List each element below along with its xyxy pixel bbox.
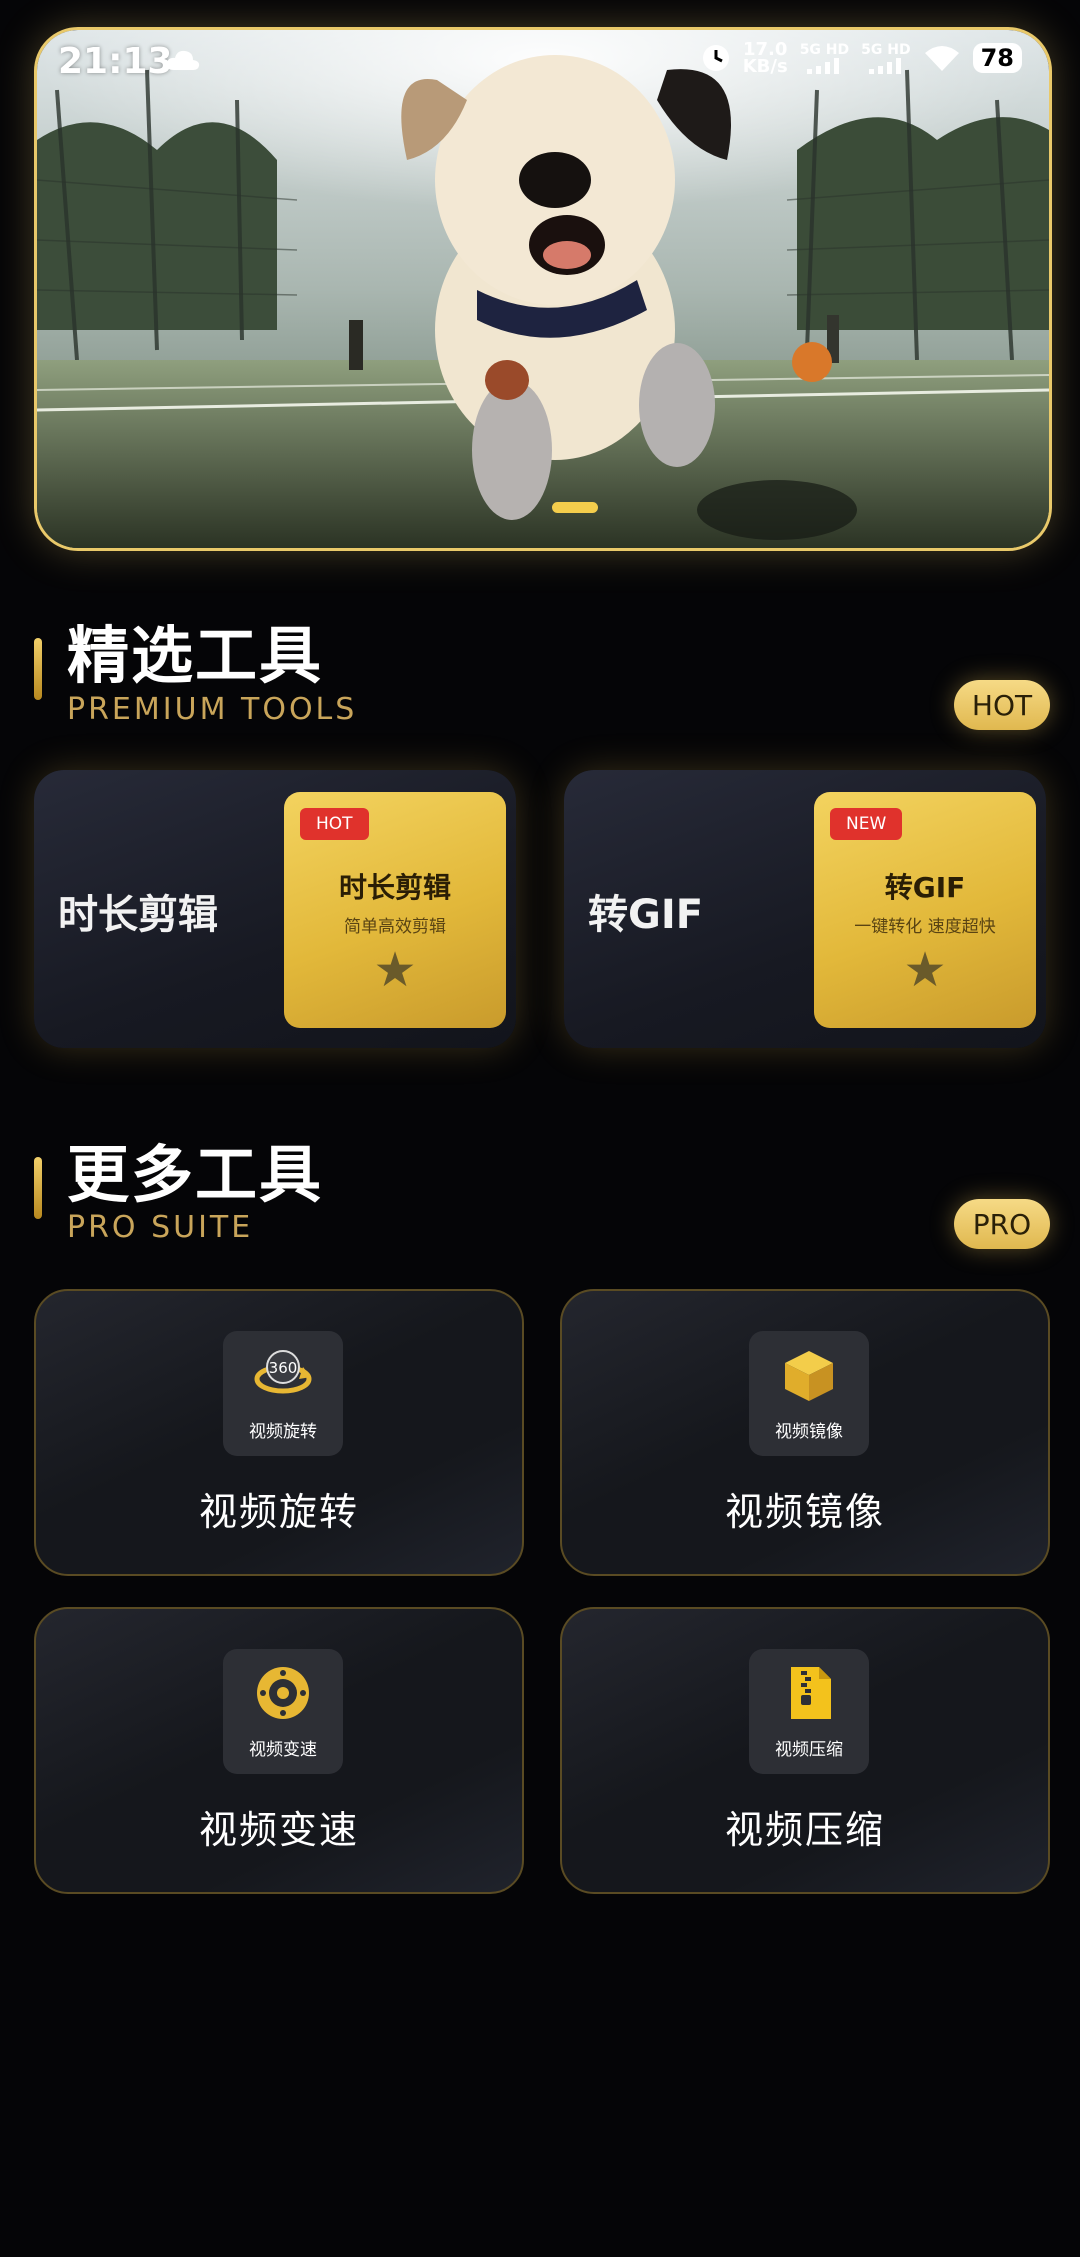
tool-card-video-mirror[interactable]: 视频镜像 视频镜像 <box>560 1289 1050 1576</box>
pro-badge: PRO <box>954 1199 1050 1249</box>
more-section-title: 更多工具 <box>67 1138 324 1211</box>
thumbnail-title: 时长剪辑 <box>338 871 451 904</box>
premium-card-label: 转GIF <box>588 892 704 938</box>
tool-card-video-speed[interactable]: 视频变速 视频变速 <box>34 1607 524 1894</box>
more-section-subtitle: PRO SUITE <box>67 1210 254 1245</box>
new-tag: NEW <box>830 808 903 840</box>
rotate-360-icon: 360 <box>254 1350 312 1394</box>
thumbnail-title: 转GIF <box>884 871 966 904</box>
premium-card-thumbnail: HOT 时长剪辑 简单高效剪辑 ★ <box>284 792 506 1028</box>
section-accent-bar <box>34 1157 42 1219</box>
premium-card-to-gif[interactable]: 转GIF NEW 转GIF 一键转化 速度超快 ★ <box>564 770 1046 1048</box>
star-icon: ★ <box>903 942 947 998</box>
tool-label: 视频压缩 <box>724 1808 885 1852</box>
tool-card-video-compress[interactable]: 视频压缩 视频压缩 <box>560 1607 1050 1894</box>
star-icon: ★ <box>373 942 417 998</box>
speedometer-icon <box>257 1667 309 1719</box>
tool-icon-tile: 视频变速 <box>223 1649 343 1774</box>
tool-icon-label: 视频镜像 <box>775 1422 843 1442</box>
tool-label: 视频旋转 <box>198 1490 359 1534</box>
premium-card-duration-trim[interactable]: 时长剪辑 HOT 时长剪辑 简单高效剪辑 ★ <box>34 770 516 1048</box>
tool-label: 视频镜像 <box>724 1490 885 1534</box>
hot-tag: HOT <box>300 808 369 840</box>
tool-icon-label: 视频压缩 <box>775 1740 843 1760</box>
tool-card-video-rotate[interactable]: 360 视频旋转 视频旋转 <box>34 1289 524 1576</box>
svg-text:360: 360 <box>269 1359 298 1377</box>
tool-label: 视频变速 <box>198 1808 359 1852</box>
premium-card-thumbnail: NEW 转GIF 一键转化 速度超快 ★ <box>814 792 1036 1028</box>
premium-section-title: 精选工具 <box>67 619 324 692</box>
zip-file-icon <box>791 1667 831 1719</box>
banner-image <box>37 30 1049 548</box>
thumbnail-subtitle: 简单高效剪辑 <box>344 917 446 937</box>
cube-mirror-icon <box>785 1351 833 1401</box>
premium-card-label: 时长剪辑 <box>58 892 218 938</box>
tool-icon-label: 视频旋转 <box>249 1422 317 1442</box>
premium-section-subtitle: PREMIUM TOOLS <box>67 692 358 727</box>
tool-icon-label: 视频变速 <box>249 1740 317 1760</box>
hot-badge: HOT <box>954 680 1050 730</box>
tool-icon-tile: 360 视频旋转 <box>223 1331 343 1456</box>
tool-icon-tile: 视频镜像 <box>749 1331 869 1456</box>
section-accent-bar <box>34 638 42 700</box>
carousel-indicator[interactable] <box>552 502 598 513</box>
banner-carousel[interactable] <box>34 27 1052 551</box>
thumbnail-subtitle: 一键转化 速度超快 <box>854 917 996 937</box>
tool-icon-tile: 视频压缩 <box>749 1649 869 1774</box>
